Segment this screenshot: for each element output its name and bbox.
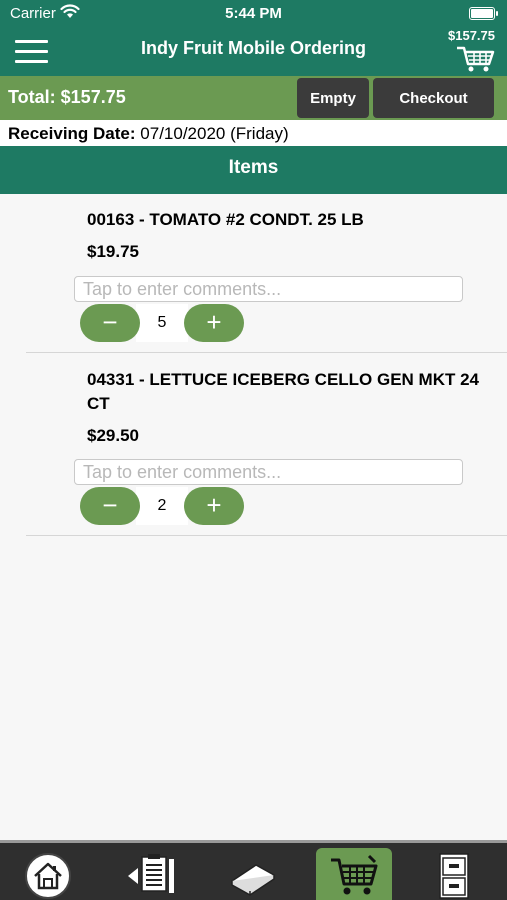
quantity-value[interactable]: 5 [136, 304, 188, 342]
decrease-quantity-button[interactable]: − [80, 304, 140, 342]
clock: 5:44 PM [225, 5, 282, 22]
item-divider [26, 535, 507, 536]
item-divider [26, 352, 507, 353]
receiving-date-label: Receiving Date: [8, 124, 136, 143]
cart-item: 00163 - TOMATO #2 CONDT. 25 LB $19.75 5 … [0, 194, 507, 354]
tab-records[interactable] [416, 848, 492, 900]
catalog-book-icon [230, 863, 276, 896]
increase-quantity-button[interactable]: + [184, 304, 244, 342]
battery-icon [469, 7, 498, 20]
increase-quantity-button[interactable]: + [184, 487, 244, 525]
comment-field[interactable] [74, 276, 463, 302]
nav-bar: Indy Fruit Mobile Ordering $157.75 [0, 28, 507, 76]
tab-catalog[interactable] [215, 848, 291, 900]
cart-icon [331, 854, 378, 894]
tab-home[interactable] [10, 848, 86, 900]
quantity-stepper: 2 − + [80, 487, 244, 525]
cabinet-icon [439, 852, 469, 899]
shopping-cart-icon[interactable] [455, 44, 495, 74]
empty-cart-button[interactable]: Empty [297, 78, 369, 118]
item-title: 00163 - TOMATO #2 CONDT. 25 LB [87, 210, 364, 229]
item-price: $29.50 [87, 426, 139, 445]
status-bar: Carrier 5:44 PM [0, 0, 507, 28]
receiving-date-value: 07/10/2020 (Friday) [140, 124, 289, 143]
item-title: 04331 - LETTUCE ICEBERG CELLO GEN MKT 24… [87, 370, 480, 413]
receiving-date-row[interactable]: Receiving Date: 07/10/2020 (Friday) [0, 120, 507, 146]
order-total: Total: $157.75 [8, 87, 126, 107]
checkout-button[interactable]: Checkout [373, 78, 494, 118]
item-price: $19.75 [87, 242, 139, 261]
comment-field[interactable] [74, 459, 463, 485]
tab-order-guide[interactable] [113, 848, 189, 900]
order-guide-icon [128, 853, 174, 893]
app-title: Indy Fruit Mobile Ordering [141, 38, 366, 58]
cart-item: 04331 - LETTUCE ICEBERG CELLO GEN MKT 24… [0, 354, 507, 538]
tab-cart[interactable] [316, 848, 392, 900]
quantity-value[interactable]: 2 [136, 487, 188, 525]
cart-total-badge: $157.75 [448, 28, 495, 43]
items-section-header: Items [0, 146, 507, 194]
bottom-tab-bar [0, 840, 507, 900]
home-icon [25, 852, 71, 899]
quantity-stepper: 5 − + [80, 304, 244, 342]
order-summary-bar: Total: $157.75 Empty Checkout [0, 76, 507, 120]
decrease-quantity-button[interactable]: − [80, 487, 140, 525]
